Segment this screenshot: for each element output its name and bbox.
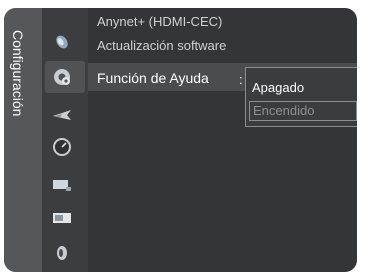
- sound-icon[interactable]: [51, 242, 73, 264]
- menu-item-software-update[interactable]: Actualización software: [97, 38, 226, 53]
- gear-icon[interactable]: [51, 66, 73, 88]
- category-strip: Configuración: [4, 8, 42, 272]
- satellite-icon[interactable]: [51, 30, 73, 52]
- picture-icon[interactable]: [51, 207, 73, 229]
- plane-icon[interactable]: [51, 104, 73, 126]
- value-separator: :: [239, 72, 243, 87]
- category-label: Configuración: [10, 30, 26, 117]
- settings-panel: Configuración Anynet+ (HDMI-CEC) Actuali…: [4, 8, 357, 272]
- menu-item-anynet[interactable]: Anynet+ (HDMI-CEC): [97, 14, 222, 29]
- clock-icon[interactable]: [51, 136, 73, 158]
- option-off[interactable]: Apagado: [249, 78, 357, 98]
- input-icon[interactable]: [51, 174, 73, 196]
- option-dropdown[interactable]: Apagado Encendido: [245, 67, 357, 127]
- icon-column: [42, 8, 88, 272]
- menu-item-help-function[interactable]: Función de Ayuda: [97, 70, 209, 86]
- option-on[interactable]: Encendido: [249, 101, 357, 121]
